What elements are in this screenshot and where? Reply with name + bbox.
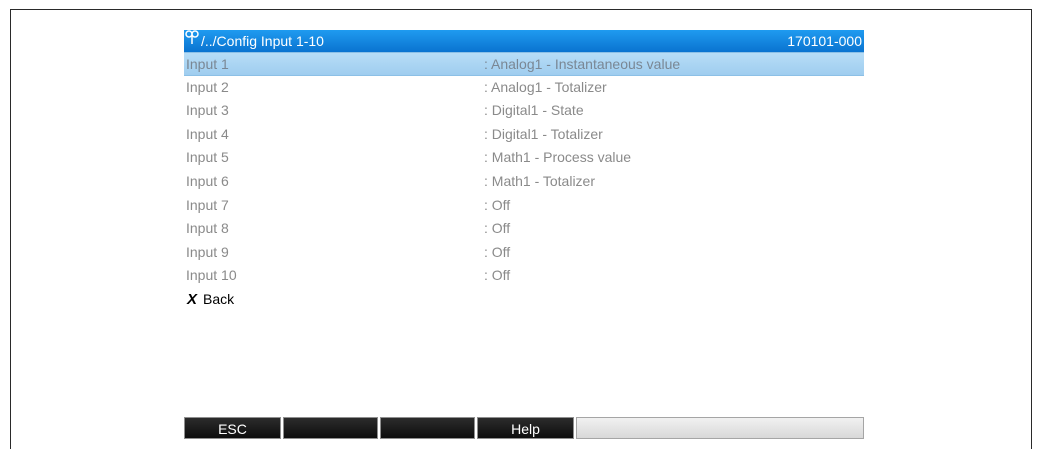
input-label: Input 8 [186,220,229,237]
list-item-input-1[interactable]: Input 1 : Analog1 - Instantaneous value [184,52,864,76]
config-wrench-icon [185,30,201,52]
list-item-input-10[interactable]: Input 10 : Off [184,264,864,288]
input-label: Input 10 [186,267,237,284]
input-label: Input 1 [186,56,229,72]
back-item[interactable]: X Back [184,288,864,312]
breadcrumb-path: /../Config Input 1-10 [201,33,324,49]
input-value: : Off [484,243,511,260]
list-item-input-5[interactable]: Input 5 : Math1 - Process value [184,146,864,170]
input-value: : Off [484,220,511,237]
list-item-input-2[interactable]: Input 2 : Analog1 - Totalizer [184,76,864,100]
softkey-3[interactable] [380,417,475,439]
softkey-empty-area [576,417,864,439]
input-value: : Math1 - Process value [484,149,632,166]
back-label: Back [203,290,235,307]
input-label: Input 7 [186,196,229,213]
softkey-bar: ESC Help [184,417,864,439]
list-item-input-7[interactable]: Input 7 : Off [184,194,864,218]
list-item-input-3[interactable]: Input 3 : Digital1 - State [184,99,864,123]
input-value: : Analog1 - Totalizer [484,78,607,95]
title-bar: /../Config Input 1-10 170101-000 [184,30,864,52]
input-label: Input 3 [186,102,229,119]
input-label: Input 5 [186,149,229,166]
x-icon: X [187,290,198,308]
list-item-input-8[interactable]: Input 8 : Off [184,217,864,241]
list-item-input-6[interactable]: Input 6 : Math1 - Totalizer [184,170,864,194]
list-item-input-4[interactable]: Input 4 : Digital1 - Totalizer [184,123,864,147]
input-label: Input 9 [186,243,229,260]
input-value: : Digital1 - Totalizer [484,125,603,142]
softkey-2[interactable] [283,417,378,439]
input-value: : Off [484,196,511,213]
input-label: Input 2 [186,78,229,95]
input-value: : Off [484,267,511,284]
input-label: Input 4 [186,125,229,142]
device-id: 170101-000 [787,33,862,49]
list-item-input-9[interactable]: Input 9 : Off [184,241,864,265]
help-softkey[interactable]: Help [477,417,574,439]
input-value: : Analog1 - Instantaneous value [484,56,681,72]
input-value: : Digital1 - State [484,102,584,119]
device-screen: /../Config Input 1-10 170101-000 Input 1… [184,30,864,441]
input-value: : Math1 - Totalizer [484,172,596,189]
input-list: Input 1 : Analog1 - Instantaneous value … [184,52,864,312]
input-label: Input 6 [186,172,229,189]
esc-softkey[interactable]: ESC [184,417,281,439]
